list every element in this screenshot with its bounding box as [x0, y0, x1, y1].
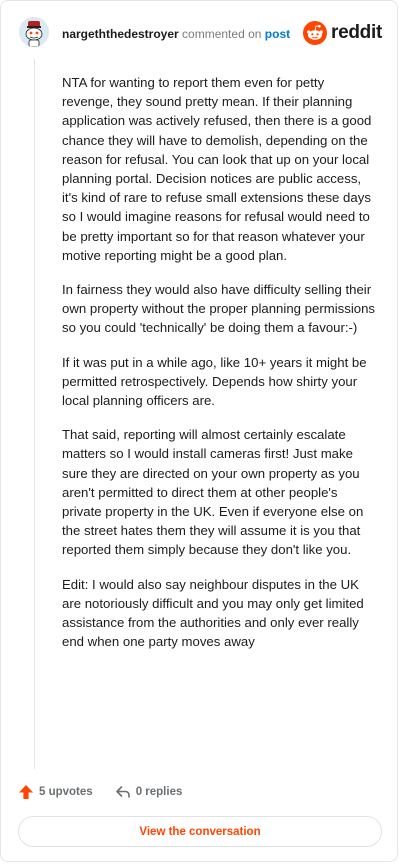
reddit-wordmark: reddit — [331, 22, 382, 43]
comment-header: nargeththedestroyer commented on post re… — [1, 1, 397, 65]
commented-on-text: commented on — [182, 27, 262, 41]
reply-count: 0 replies — [135, 786, 183, 798]
reddit-snoo-icon — [303, 21, 328, 45]
comment-actions: 5 upvotes 0 replies — [18, 782, 204, 802]
reddit-logo[interactable]: reddit — [303, 21, 382, 45]
reply-arrow-icon — [115, 786, 130, 798]
comment-byline: nargeththedestroyer commented on post — [62, 27, 290, 41]
upvote-count: 5 upvotes — [39, 786, 93, 798]
thread-line — [34, 59, 35, 769]
snoo-avatar-icon — [19, 17, 49, 47]
view-conversation-button[interactable]: View the conversation — [18, 816, 382, 847]
arrow-up-icon — [19, 785, 33, 799]
comment-paragraph: NTA for wanting to report them even for … — [62, 75, 372, 263]
comment-body: NTA for wanting to report them even for … — [62, 73, 377, 666]
comment-paragraph: Edit: I would also say neighbour dispute… — [62, 576, 364, 650]
comment-paragraph: If it was put in a while ago, like 10+ y… — [62, 354, 367, 409]
comment-paragraph: In fairness they would also have difficu… — [62, 282, 376, 336]
post-link[interactable]: post — [265, 27, 290, 41]
upvote-button[interactable]: 5 upvotes — [18, 784, 93, 800]
comment-paragraph: That said, reporting will almost certain… — [62, 427, 364, 558]
user-avatar[interactable] — [19, 17, 49, 47]
comment-card: nargeththedestroyer commented on post re… — [0, 0, 398, 862]
reply-button[interactable]: 0 replies — [115, 784, 183, 800]
username-link[interactable]: nargeththedestroyer — [62, 27, 179, 41]
